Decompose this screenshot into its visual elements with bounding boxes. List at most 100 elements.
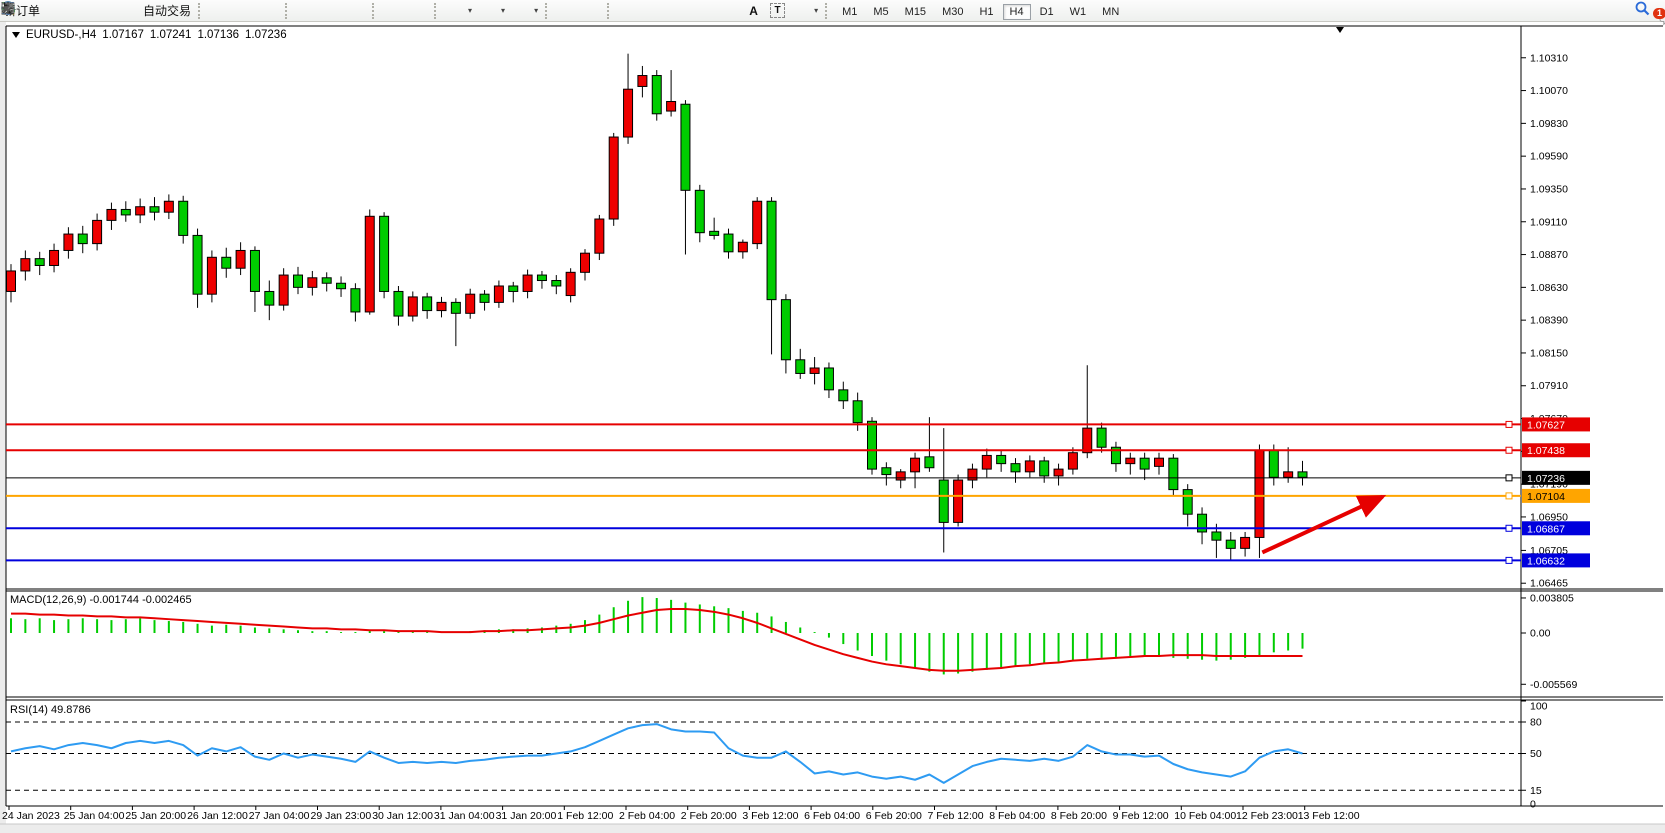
line-handle[interactable] <box>1506 525 1512 531</box>
candle-body <box>408 297 417 316</box>
tile-windows-icon <box>348 2 365 19</box>
candle <box>954 475 963 527</box>
price-tick-label: 1.06465 <box>1530 578 1568 590</box>
charts-button[interactable] <box>44 1 69 21</box>
cursor-icon <box>558 2 575 19</box>
date-tick-label: 8 Feb 04:00 <box>989 810 1045 822</box>
candle-body <box>853 401 862 423</box>
zoom-out-button[interactable] <box>319 1 344 21</box>
indicators-button[interactable]: ▾ <box>443 1 476 21</box>
candle-body <box>1097 428 1106 447</box>
line-handle[interactable] <box>1506 447 1512 453</box>
candle-body <box>968 469 977 480</box>
chart-collapse-icon[interactable] <box>12 32 20 38</box>
timeframe-button-M30[interactable]: M30 <box>935 4 970 20</box>
candle-body <box>1241 537 1250 548</box>
trendline-icon <box>670 2 687 19</box>
candle-body <box>939 480 948 522</box>
date-axis[interactable]: 24 Jan 202325 Jan 04:0025 Jan 20:0026 Ja… <box>2 806 1360 822</box>
bar-chart-button[interactable] <box>207 1 232 21</box>
date-tick-label: 7 Feb 12:00 <box>928 810 984 822</box>
chart-shift-button[interactable] <box>406 1 431 21</box>
line-handle[interactable] <box>1506 557 1512 563</box>
candle-body <box>494 286 503 302</box>
trendline-button[interactable] <box>666 1 691 21</box>
price-tick-label: 1.09830 <box>1530 118 1568 130</box>
zoom-in-button[interactable] <box>294 1 319 21</box>
auto-trading-button[interactable]: 自动交易 <box>119 1 195 21</box>
signals-button[interactable] <box>94 1 119 21</box>
timeframe-button-M5[interactable]: M5 <box>866 4 895 20</box>
timeframe-button-M15[interactable]: M15 <box>898 4 933 20</box>
auto-scroll-button[interactable] <box>381 1 406 21</box>
line-handle[interactable] <box>1506 493 1512 499</box>
signals-icon <box>98 2 115 19</box>
timeframe-button-H4[interactable]: H4 <box>1003 4 1031 20</box>
date-tick-label: 8 Feb 20:00 <box>1051 810 1107 822</box>
timeframe-button-H1[interactable]: H1 <box>972 4 1000 20</box>
candle-body <box>509 286 518 291</box>
fibonacci-icon: F <box>720 2 737 19</box>
candle-body <box>380 216 389 291</box>
search-icon[interactable] <box>1634 3 1651 20</box>
candle-body <box>724 234 733 252</box>
candle-body <box>839 390 848 401</box>
toolbar-grip <box>545 3 551 19</box>
candle-body <box>1126 458 1135 463</box>
price-axis: 1.103101.100701.098301.095901.093501.091… <box>1521 52 1568 589</box>
vertical-line-button[interactable] <box>616 1 641 21</box>
price-tick-label: 1.08390 <box>1530 315 1568 327</box>
candle-body <box>265 291 274 305</box>
cursor-button[interactable] <box>554 1 579 21</box>
text-button[interactable]: A <box>741 1 766 21</box>
candle-body <box>466 294 475 313</box>
window-left-edge <box>0 22 6 833</box>
candle-body <box>954 480 963 522</box>
crosshair-button[interactable] <box>579 1 604 21</box>
date-tick-label: 12 Feb 23:00 <box>1236 810 1298 822</box>
date-tick-label: 6 Feb 20:00 <box>866 810 922 822</box>
chart-canvas[interactable]: 1.103101.100701.098301.095901.093501.091… <box>0 0 1665 833</box>
ohlc-low: 1.07136 <box>197 29 239 41</box>
rsi-tick-label: 80 <box>1530 717 1542 729</box>
candle-body <box>638 76 647 87</box>
timeframe-button-D1[interactable]: D1 <box>1033 4 1061 20</box>
candle-body <box>78 234 87 244</box>
candle-body <box>537 275 546 280</box>
date-tick-label: 25 Jan 20:00 <box>125 810 186 822</box>
line-chart-button[interactable] <box>257 1 282 21</box>
horizontal-line-button[interactable] <box>641 1 666 21</box>
autotrading-icon <box>123 2 140 19</box>
candle-body <box>1068 453 1077 469</box>
candlestick-chart-button[interactable] <box>232 1 257 21</box>
chart-plot-area[interactable] <box>6 26 1521 806</box>
periods-button[interactable]: ▾ <box>476 1 509 21</box>
line-handle[interactable] <box>1506 421 1512 427</box>
candle-body <box>523 275 532 291</box>
timeframe-button-W1[interactable]: W1 <box>1063 4 1094 20</box>
chevron-down-icon: ▾ <box>534 6 538 15</box>
fibonacci-button[interactable]: F <box>716 1 741 21</box>
equidistant-channel-button[interactable]: E <box>691 1 716 21</box>
timeframe-button-MN[interactable]: MN <box>1095 4 1126 20</box>
arrows-button[interactable]: ▾ <box>789 1 822 21</box>
text-label-button[interactable]: T <box>766 1 789 21</box>
candle-body <box>781 300 790 360</box>
candle-body <box>1226 540 1235 548</box>
timeframe-button-M1[interactable]: M1 <box>835 4 864 20</box>
candle-body <box>882 468 891 475</box>
line-handle[interactable] <box>1506 475 1512 481</box>
date-tick-label: 2 Feb 20:00 <box>681 810 737 822</box>
candle-body <box>279 275 288 305</box>
toolbar-grip <box>825 3 831 19</box>
tile-windows-button[interactable] <box>344 1 369 21</box>
candle-body <box>609 137 618 219</box>
candle <box>652 70 661 121</box>
experts-button[interactable] <box>69 1 94 21</box>
line-chart-icon <box>261 2 278 19</box>
ohlc-open: 1.07167 <box>102 29 144 41</box>
candle <box>868 417 877 474</box>
candlestick-icon <box>236 2 253 19</box>
template-button[interactable]: ▾ <box>509 1 542 21</box>
date-tick-label: 1 Feb 12:00 <box>557 810 613 822</box>
